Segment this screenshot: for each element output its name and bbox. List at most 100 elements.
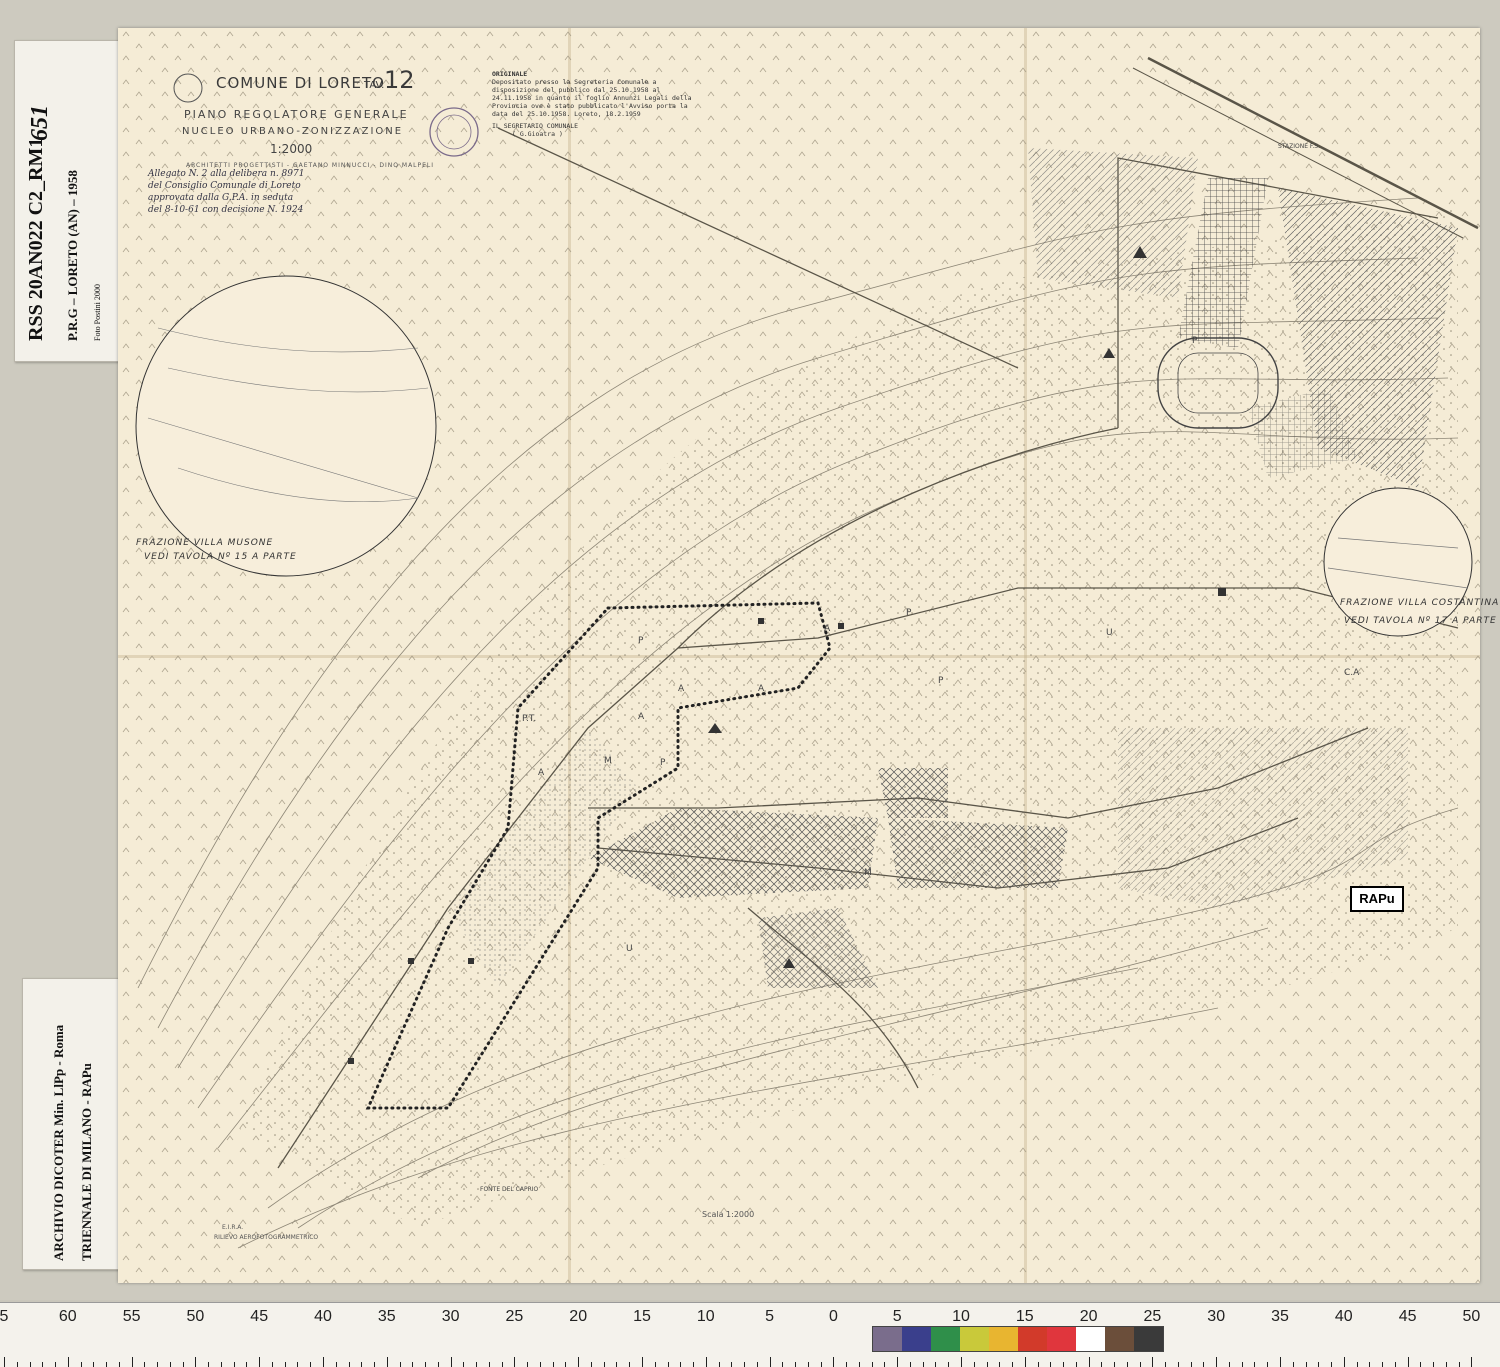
ruler-tick <box>909 1362 911 1367</box>
ruler-tick <box>106 1362 108 1367</box>
ruler-tick <box>1139 1362 1141 1367</box>
ruler-number: 20 <box>1079 1308 1098 1325</box>
ruler-tick <box>629 1362 631 1367</box>
zone-block <box>888 818 1068 888</box>
archive-subtitle: P.R.G – LORETO (AN) – 1958 <box>65 170 80 341</box>
ruler-tick <box>1050 1362 1052 1367</box>
ruler-tick <box>374 1362 376 1367</box>
secretary-name: ( G.Gioatra ) <box>512 130 563 138</box>
map-scale: 1:2000 <box>270 142 313 156</box>
ruler-tick <box>693 1362 695 1367</box>
ruler-tick <box>744 1362 746 1367</box>
ruler-tick <box>795 1362 797 1367</box>
archive-number: 651 <box>27 105 53 141</box>
ruler-tick <box>80 1362 82 1367</box>
secretary-title: IL SEGRETARIO COMUNALE <box>492 122 579 130</box>
ruler-number: 50 <box>186 1308 205 1325</box>
villa-musone-caption: FRAZIONE VILLA MUSONE <box>136 538 274 548</box>
ruler-number: 45 <box>1398 1308 1417 1325</box>
ruler-tick <box>565 1362 567 1367</box>
zone-letter: M <box>864 868 872 878</box>
map-subtitle-2: NUCLEO URBANO-ZONIZZAZIONE <box>182 126 404 137</box>
ruler-tick <box>590 1362 592 1367</box>
color-swatch <box>989 1327 1018 1351</box>
villa-costantina-ref: VEDI TAVOLA Nº 17 A PARTE <box>1344 616 1497 626</box>
zone-letter: M <box>604 756 612 766</box>
ruler-number: 25 <box>505 1308 524 1325</box>
color-calibration-strip <box>872 1326 1164 1352</box>
deposit-heading: ORIGINALE <box>492 70 528 78</box>
zone-letter: A <box>758 684 765 694</box>
ruler-tick <box>144 1362 146 1367</box>
ruler-tick <box>999 1362 1001 1367</box>
villa-musone-ref: VEDI TAVOLA Nº 15 A PARTE <box>144 552 297 562</box>
ruler-tick <box>1165 1362 1167 1367</box>
ruler-number: 35 <box>377 1308 396 1325</box>
ruler-number: 10 <box>696 1308 715 1325</box>
footer-eira: E.I.R.A. <box>222 1224 244 1231</box>
ruler-tick <box>271 1362 273 1367</box>
ruler-tick <box>973 1362 975 1367</box>
ruler-tick <box>1394 1362 1396 1367</box>
ruler-tick <box>182 1362 184 1367</box>
ruler-tick <box>986 1362 988 1367</box>
ruler-tick <box>1114 1362 1116 1367</box>
zone-letter: P <box>660 758 666 768</box>
deposit-text: Depositato presso la Segreteria Comunale… <box>492 78 692 118</box>
zone-letter: A <box>824 624 831 634</box>
map-sheet: COMUNE DI LORETO TAV. 12 PIANO REGOLATOR… <box>118 28 1498 1283</box>
ruler-tick <box>1228 1362 1230 1367</box>
ruler-tick <box>284 1362 286 1367</box>
ruler-number: 45 <box>250 1308 269 1325</box>
ruler-tick <box>220 1362 222 1367</box>
ruler-tick <box>297 1362 299 1367</box>
ruler-tick <box>756 1362 758 1367</box>
ruler-tick <box>1445 1362 1447 1367</box>
zone-letter: P <box>638 636 644 646</box>
ruler-tick <box>348 1362 350 1367</box>
ruler-tick <box>1331 1362 1333 1367</box>
map-drawing <box>118 28 1480 1283</box>
ruler-tick <box>871 1362 873 1367</box>
archive-code: RSS 20AN022 C2_RM1 <box>25 137 47 341</box>
ruler-tick <box>731 1362 733 1367</box>
ruler-number: 20 <box>569 1308 588 1325</box>
ruler-tick <box>1292 1362 1294 1367</box>
ruler-tick <box>1063 1362 1065 1367</box>
ruler-tick <box>29 1362 31 1367</box>
ruler-tick <box>1177 1362 1179 1367</box>
color-swatch <box>902 1327 931 1351</box>
ruler-tick <box>1190 1362 1192 1367</box>
ruler-number: 55 <box>122 1308 141 1325</box>
zone-letter: P <box>938 676 944 686</box>
ruler-tick <box>1254 1362 1256 1367</box>
ruler-tick <box>1075 1362 1077 1367</box>
map-title: COMUNE DI LORETO <box>216 74 385 92</box>
ruler-tick <box>476 1362 478 1367</box>
color-swatch <box>1018 1327 1047 1351</box>
ruler-tick <box>118 1362 120 1367</box>
ruler-tick <box>1101 1362 1103 1367</box>
footer-credit: RILIEVO AEROFOTOGRAMMETRICO <box>214 1234 319 1241</box>
ruler-tick <box>488 1362 490 1367</box>
ruler-tick <box>667 1362 669 1367</box>
handwritten-note: Allegato N. 2 alla delibera n. 8971 del … <box>148 169 305 215</box>
ruler-tick <box>1458 1362 1460 1367</box>
station-label: STAZIONE F.S. <box>1278 143 1321 150</box>
zone-letter: P <box>906 608 912 618</box>
ruler-tick <box>846 1362 848 1367</box>
ruler-tick <box>820 1362 822 1367</box>
footer-scale: Scala 1:2000 <box>702 1210 755 1219</box>
measurement-ruler: 5 60 55 50 45 40 35 30 25 20 15 10 5 0 5 10 15 20 25 30 35 40… <box>0 1302 1500 1367</box>
archive-line-1: ARCHIVIO DICOTER Min. LlPp - Roma <box>51 1024 66 1261</box>
color-swatch <box>1134 1327 1163 1351</box>
ruler-tick <box>948 1362 950 1367</box>
color-swatch <box>931 1327 960 1351</box>
ruler-tick <box>1356 1362 1358 1367</box>
ruler-tick <box>437 1362 439 1367</box>
rapu-tag: RAPu <box>1350 886 1404 912</box>
photo-credit: Foto Postini 2000 <box>93 284 102 341</box>
ruler-number: 30 <box>1207 1308 1226 1325</box>
zone-letter: U <box>626 944 633 954</box>
ruler-number: 40 <box>314 1308 332 1325</box>
